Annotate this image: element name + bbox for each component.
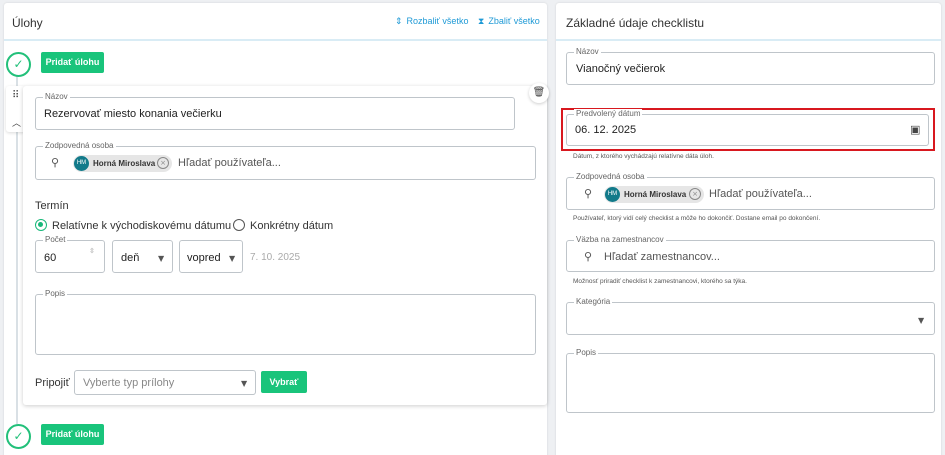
add-task-icon[interactable]: ✓ — [6, 52, 31, 77]
trash-icon[interactable]: 🗑 — [529, 83, 549, 103]
avatar: HM — [605, 187, 620, 202]
caret-down-icon: ▼ — [241, 379, 248, 388]
checklist-name-field[interactable]: Názov Vianočný večierok — [566, 47, 935, 85]
direction-value: vopred — [187, 252, 221, 264]
remove-chip-icon[interactable]: × — [157, 157, 169, 169]
employee-link-label: Väzba na zamestnancov — [574, 235, 666, 245]
radio-relative[interactable] — [35, 219, 47, 231]
checklist-person-hint: Používateľ, ktorý vidí celý checklist a … — [573, 215, 821, 222]
expand-all-link[interactable]: ⇕ Rozbaliť všetko — [395, 16, 468, 27]
add-task-icon[interactable]: ✓ — [6, 424, 31, 449]
drag-handle-icon[interactable]: ⠿ — [12, 91, 19, 101]
caret-down-icon: ▼ — [158, 254, 165, 263]
caret-down-icon: ▼ — [918, 316, 925, 325]
expand-icon: ⇕ — [395, 16, 403, 26]
person-chip-name: Horná Miroslava — [93, 159, 156, 168]
count-value: 60 — [44, 252, 57, 264]
category-label: Kategória — [574, 297, 613, 307]
avatar: HM — [74, 156, 89, 171]
tasks-panel-header: Úlohy ⇕ Rozbaliť všetko ⧗ Zbaliť všetko — [4, 3, 547, 41]
unit-select[interactable]: deň ▼ — [112, 240, 173, 273]
add-task-button-top[interactable]: Pridať úlohu — [41, 52, 104, 73]
direction-select[interactable]: vopred ▼ — [179, 240, 243, 273]
task-person-search-input[interactable]: Hľadať používateľa... — [178, 157, 281, 169]
attach-label: Pripojiť — [35, 377, 70, 389]
task-description-textarea[interactable]: Popis — [35, 289, 536, 355]
add-task-button-bottom[interactable]: Pridať úlohu — [41, 424, 104, 445]
checklist-person-search-input[interactable]: Hľadať používateľa... — [709, 188, 812, 200]
checklist-person-field[interactable]: Zodpovedná osoba ⚲ HM Horná Miroslava × … — [566, 172, 935, 210]
chevron-up-icon[interactable]: ︿ — [12, 116, 21, 129]
computed-date: 7. 10. 2025 — [250, 252, 301, 263]
choose-attachment-button[interactable]: Vybrať — [261, 371, 307, 393]
count-stepper[interactable]: Počet 60 ⇳ — [35, 235, 105, 273]
caret-down-icon: ▼ — [229, 254, 236, 263]
search-icon: ⚲ — [584, 250, 593, 263]
employee-link-hint: Možnosť priradiť checklist k zamestnanco… — [573, 278, 747, 285]
term-label: Termín — [35, 200, 69, 212]
default-date-field[interactable]: Predvolený dátum 06. 12. 2025 ▣ — [566, 109, 929, 146]
default-date-value: 06. 12. 2025 — [575, 124, 637, 136]
attachment-type-placeholder: Vyberte typ prílohy — [83, 377, 175, 389]
search-icon: ⚲ — [584, 187, 593, 200]
checklist-panel-title: Základné údaje checklistu — [566, 16, 705, 30]
checklist-name-value: Vianočný večierok — [576, 63, 666, 75]
timeline-line — [16, 132, 18, 424]
person-chip: HM Horná Miroslava × — [604, 186, 704, 203]
category-select[interactable]: Kategória ▼ — [566, 297, 935, 335]
checklist-panel-header: Základné údaje checklistu — [556, 3, 941, 41]
person-chip: HM Horná Miroslava × — [73, 155, 172, 172]
employee-link-field[interactable]: Väzba na zamestnancov ⚲ Hľadať zamestnan… — [566, 235, 935, 272]
checklist-name-label: Názov — [574, 47, 601, 57]
employee-search-input[interactable]: Hľadať zamestnancov... — [604, 251, 720, 263]
unit-value: deň — [121, 252, 140, 264]
person-chip-name: Horná Miroslava — [624, 190, 687, 199]
task-name-field[interactable]: Názov Rezervovať miesto konania večierku — [35, 92, 515, 130]
task-name-label: Názov — [43, 92, 70, 102]
radio-specific[interactable] — [233, 219, 245, 231]
checklist-person-label: Zodpovedná osoba — [574, 172, 647, 182]
task-person-label: Zodpovedná osoba — [43, 141, 116, 151]
remove-chip-icon[interactable]: × — [689, 188, 701, 200]
count-label: Počet — [43, 235, 68, 245]
attachment-type-select[interactable]: Vyberte typ prílohy ▼ — [74, 370, 256, 395]
stepper-arrows-icon[interactable]: ⇳ — [89, 247, 95, 255]
search-icon: ⚲ — [51, 156, 60, 169]
calendar-icon[interactable]: ▣ — [910, 123, 920, 136]
tasks-panel-title: Úlohy — [12, 16, 43, 30]
task-name-value: Rezervovať miesto konania večierku — [44, 108, 222, 120]
collapse-all-link[interactable]: ⧗ Zbaliť všetko — [478, 16, 540, 27]
radio-relative-label[interactable]: Relatívne k východiskovému dátumu — [52, 220, 231, 232]
task-person-field[interactable]: Zodpovedná osoba ⚲ HM Horná Miroslava × … — [35, 141, 536, 180]
default-date-hint: Dátum, z ktorého vychádzajú relatívne dá… — [573, 153, 714, 160]
checklist-description-textarea[interactable]: Popis — [566, 348, 935, 413]
checklist-description-label: Popis — [574, 348, 599, 358]
radio-specific-label[interactable]: Konkrétny dátum — [250, 220, 333, 232]
task-description-label: Popis — [43, 289, 68, 299]
collapse-icon: ⧗ — [478, 16, 485, 26]
default-date-label: Predvolený dátum — [574, 109, 643, 119]
